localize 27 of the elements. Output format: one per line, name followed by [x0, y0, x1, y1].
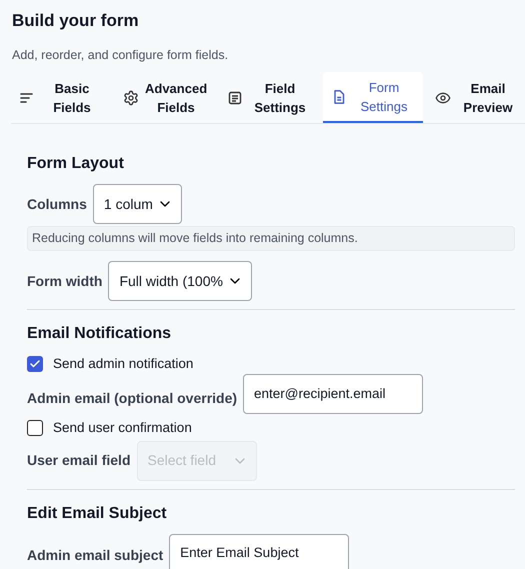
field-label: User email field	[27, 451, 130, 470]
tab[interactable]: Basic Fields	[11, 72, 111, 124]
form-width-select[interactable]: Full width (100%	[108, 261, 252, 301]
section-heading: Form Layout	[27, 154, 125, 174]
note-icon	[227, 90, 243, 106]
tab[interactable]: Form Settings	[323, 72, 423, 124]
eye-icon	[435, 90, 451, 106]
checkbox[interactable]	[27, 356, 43, 372]
field-label: Admin email (optional override)	[27, 388, 238, 408]
subject-input[interactable]: Enter Email Subject	[169, 534, 350, 569]
tab[interactable]: Advanced Fields	[115, 72, 215, 124]
tab[interactable]: Field Settings	[219, 72, 319, 124]
section-heading: Edit Email Subject	[27, 504, 168, 524]
field-label: Columns	[27, 194, 87, 214]
info-note: Reducing columns will move fields into remaining columns.	[27, 226, 515, 251]
checkbox-label: Send user confirmation	[53, 419, 192, 438]
field-label: Admin email subject	[27, 546, 164, 565]
admin-email-input[interactable]: enter@recipient.email	[243, 374, 424, 414]
page-title: Build your form	[12, 10, 140, 32]
tab[interactable]: Email Preview	[427, 72, 525, 124]
columns-select[interactable]: 1 colum	[92, 184, 182, 224]
section-heading: Email Notifications	[27, 324, 172, 344]
checkbox[interactable]	[27, 420, 43, 436]
page-subtitle: Add, reorder, and configure form fields.	[12, 46, 230, 64]
checkbox-label: Send admin notification	[53, 355, 194, 373]
field-label: Form width	[27, 272, 102, 290]
gear-icon	[123, 90, 139, 106]
